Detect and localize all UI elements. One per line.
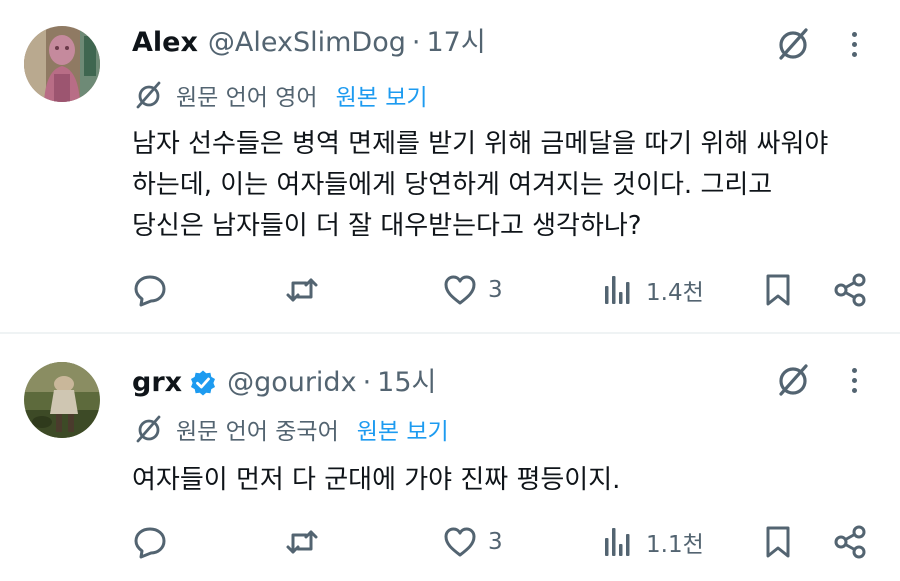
avatar[interactable] <box>24 26 100 102</box>
user-handle[interactable]: @gouridx <box>227 366 357 400</box>
translation-row: 원문 언어 영어 원본 보기 <box>132 78 428 112</box>
verified-badge-icon[interactable] <box>189 369 217 397</box>
action-bar: 3 1.4천 <box>132 270 872 310</box>
user-handle[interactable]: @AlexSlimDog <box>208 26 406 60</box>
translation-label: 원문 언어 영어 <box>176 85 318 111</box>
share-icon <box>834 525 866 559</box>
retweet-button[interactable] <box>284 270 320 310</box>
tweet-text: 여자들이 먼저 다 군대에 가야 진짜 평등이지. <box>132 465 621 495</box>
translation-row: 원문 언어 중국어 원본 보기 <box>132 412 449 446</box>
view-count: 1.4천 <box>646 280 704 306</box>
views-button[interactable]: 1.4천 <box>600 270 704 310</box>
reply-button[interactable] <box>132 522 168 562</box>
views-icon <box>605 276 630 304</box>
tweet-header: Alex @AlexSlimDog · 17시 <box>132 26 486 60</box>
translate-icon <box>136 415 161 443</box>
like-button[interactable]: 3 <box>442 522 503 562</box>
display-name[interactable]: Alex <box>132 26 198 60</box>
tweet-header: grx @gouridx · 15시 <box>132 366 436 400</box>
reply-icon <box>134 275 166 307</box>
display-name[interactable]: grx <box>132 366 182 400</box>
bookmark-button[interactable] <box>760 522 796 562</box>
avatar[interactable] <box>24 362 100 438</box>
reply-icon <box>134 527 166 559</box>
heart-icon <box>444 527 476 557</box>
tweet-text: 남자 선수들은 병역 면제를 받기 위해 금메달을 따기 위해 싸워야 하는데,… <box>132 129 829 241</box>
grok-icon[interactable] <box>773 24 813 64</box>
separator-dot: · <box>411 27 421 58</box>
bookmark-icon <box>766 526 790 558</box>
share-icon <box>834 273 866 307</box>
retweet-icon <box>286 278 318 302</box>
view-count: 1.1천 <box>646 532 704 558</box>
views-button[interactable]: 1.1천 <box>600 522 704 562</box>
grok-icon[interactable] <box>773 360 813 400</box>
tweet[interactable]: grx @gouridx · 15시 원문 언어 중국어 원본 보기 여자들이 … <box>0 334 900 581</box>
share-button[interactable] <box>832 270 868 310</box>
show-original-link[interactable]: 원본 보기 <box>357 412 449 446</box>
like-count: 3 <box>488 277 503 303</box>
tweet-time[interactable]: 15시 <box>377 366 436 400</box>
more-icon[interactable] <box>842 24 866 64</box>
heart-icon <box>444 275 476 305</box>
retweet-icon <box>286 530 318 554</box>
action-bar: 3 1.1천 <box>132 522 872 562</box>
more-icon[interactable] <box>842 360 866 400</box>
like-count: 3 <box>488 529 503 555</box>
retweet-button[interactable] <box>284 522 320 562</box>
show-original-link[interactable]: 원본 보기 <box>336 78 428 112</box>
bookmark-icon <box>766 274 790 306</box>
bookmark-button[interactable] <box>760 270 796 310</box>
reply-button[interactable] <box>132 270 168 310</box>
translation-label: 원문 언어 중국어 <box>176 419 339 445</box>
share-button[interactable] <box>832 522 868 562</box>
views-icon <box>605 528 630 556</box>
like-button[interactable]: 3 <box>442 270 503 310</box>
tweet-time[interactable]: 17시 <box>426 26 485 60</box>
tweet[interactable]: Alex @AlexSlimDog · 17시 원문 언어 영어 원본 보기 남… <box>0 0 900 333</box>
translate-icon <box>136 81 161 109</box>
separator-dot: · <box>362 367 372 398</box>
